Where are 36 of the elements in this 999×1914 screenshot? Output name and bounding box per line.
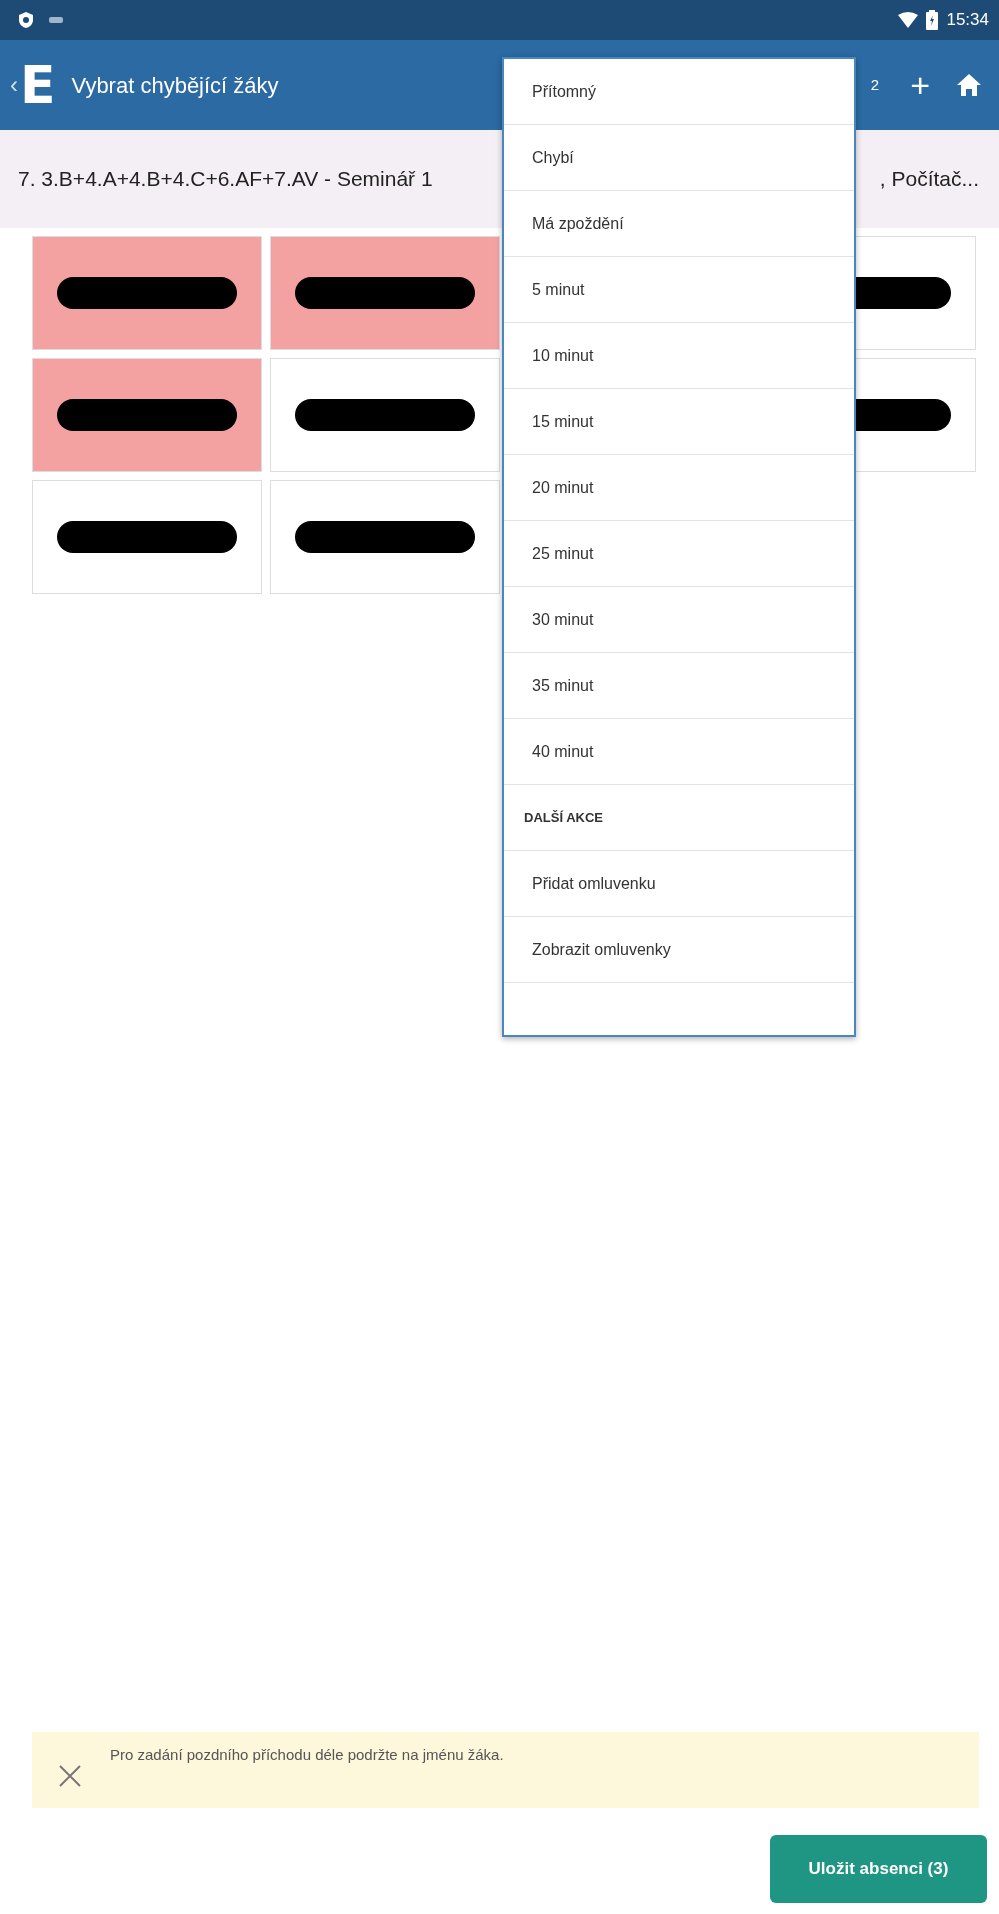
- menu-item[interactable]: 20 minut: [504, 455, 854, 521]
- menu-section-header: DALŠÍ AKCE: [504, 785, 854, 851]
- add-button[interactable]: +: [909, 67, 931, 103]
- student-tile[interactable]: [32, 480, 262, 594]
- menu-item[interactable]: Přítomný: [504, 59, 854, 125]
- app-logo: E: [20, 59, 56, 111]
- shield-icon: [18, 11, 34, 29]
- menu-item[interactable]: 15 minut: [504, 389, 854, 455]
- student-tile[interactable]: [270, 480, 500, 594]
- menu-item[interactable]: 30 minut: [504, 587, 854, 653]
- status-time: 15:34: [946, 9, 989, 32]
- student-tile[interactable]: [270, 358, 500, 472]
- student-tile[interactable]: [32, 358, 262, 472]
- student-tile[interactable]: [270, 236, 500, 350]
- battery-icon: [926, 10, 939, 30]
- menu-item[interactable]: 35 minut: [504, 653, 854, 719]
- close-icon[interactable]: [58, 1764, 82, 1788]
- menu-item[interactable]: Přidat omluvenku: [504, 851, 854, 917]
- menu-item[interactable]: 5 minut: [504, 257, 854, 323]
- save-button[interactable]: Uložit absenci (3): [770, 1835, 987, 1903]
- notification-icon: [48, 15, 64, 25]
- hint-text: Pro zadání pozdního příchodu déle podržte na jménu žáka.: [110, 1745, 504, 1765]
- menu-item[interactable]: 25 minut: [504, 521, 854, 587]
- lesson-title: 7. 3.B+4.A+4.B+4.C+6.AF+7.AV - Seminář 1: [18, 166, 433, 193]
- menu-item[interactable]: Má zpoždění: [504, 191, 854, 257]
- menu-item[interactable]: 40 minut: [504, 719, 854, 785]
- lesson-title-end: , Počítač...: [879, 166, 979, 193]
- back-button[interactable]: ‹: [10, 67, 18, 103]
- menu-item[interactable]: 10 minut: [504, 323, 854, 389]
- action-label[interactable]: 2: [870, 73, 880, 97]
- student-tile[interactable]: [32, 236, 262, 350]
- menu-item[interactable]: Chybí: [504, 125, 854, 191]
- menu-item[interactable]: Zobrazit omluvenky: [504, 917, 854, 983]
- home-icon[interactable]: [957, 73, 981, 97]
- screen-title: Vybrat chybějící žáky: [71, 71, 279, 100]
- wifi-icon: [898, 12, 919, 28]
